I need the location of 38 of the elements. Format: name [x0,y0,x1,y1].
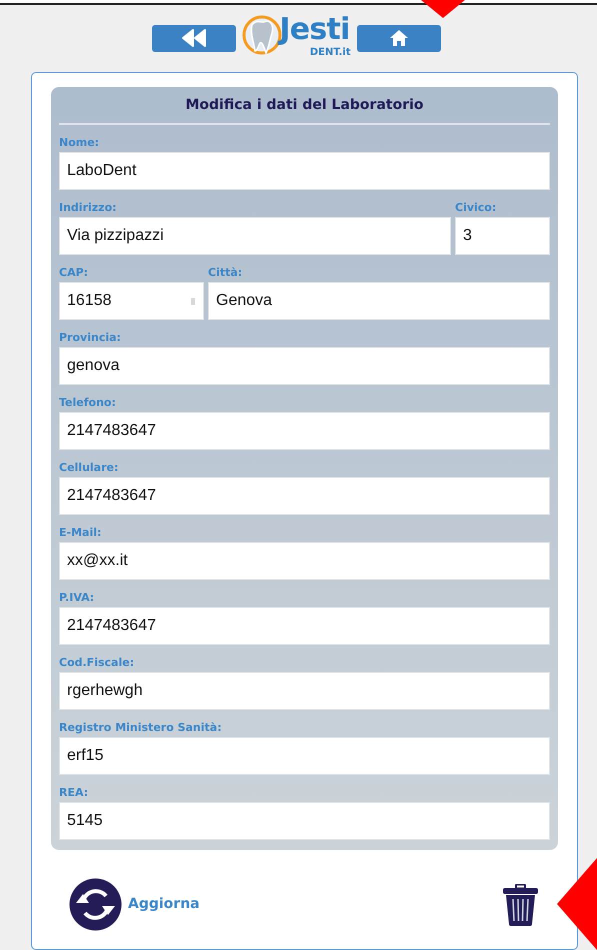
field-label: Registro Ministero Sanità: [59,720,223,735]
field-label: Telefono: [59,395,117,410]
home-icon [388,29,409,47]
field-label: Città: [208,265,244,280]
update-button[interactable]: Aggiorna [69,878,200,931]
text-field[interactable]: 2147483647 [59,412,550,450]
field-label: Cellulare: [59,460,120,475]
text-field[interactable]: LaboDent [59,152,550,190]
back-button[interactable] [152,24,236,52]
text-field[interactable]: 5145 [59,802,550,840]
field-label: P.IVA: [59,590,96,605]
text-field[interactable]: rgerhewgh [59,672,550,710]
field-label: E-Mail: [59,525,102,540]
text-field[interactable]: 2147483647 [59,607,550,645]
logo-wordmark: Jesti [278,13,351,47]
rewind-icon [181,29,208,47]
field-label: CAP: [59,265,90,280]
marker-drawing [421,0,465,18]
field-label: Provincia: [59,330,122,345]
number-field[interactable]: 16158 [59,282,204,320]
field-label: Cod.Fiscale: [59,655,136,670]
text-field[interactable]: Genova [208,282,550,320]
refresh-icon [69,878,122,931]
field-label: Civico: [455,200,498,215]
logo-tagline: DENT.it [310,47,351,59]
text-field[interactable]: Via pizzipazzi [59,217,451,255]
text-field[interactable]: erf15 [59,737,550,775]
trash-icon [502,884,538,926]
home-button[interactable] [356,24,441,52]
form-title: Modifica i dati del Laboratorio [59,95,550,125]
field-label: Nome: [59,135,100,150]
text-field[interactable]: 2147483647 [59,477,550,515]
field-label: REA: [59,785,90,800]
text-field[interactable]: xx@xx.it [59,542,550,580]
text-field[interactable]: genova [59,347,550,385]
field-label: Indirizzo: [59,200,118,215]
delete-button[interactable] [500,882,540,926]
text-field[interactable]: 3 [455,217,550,255]
